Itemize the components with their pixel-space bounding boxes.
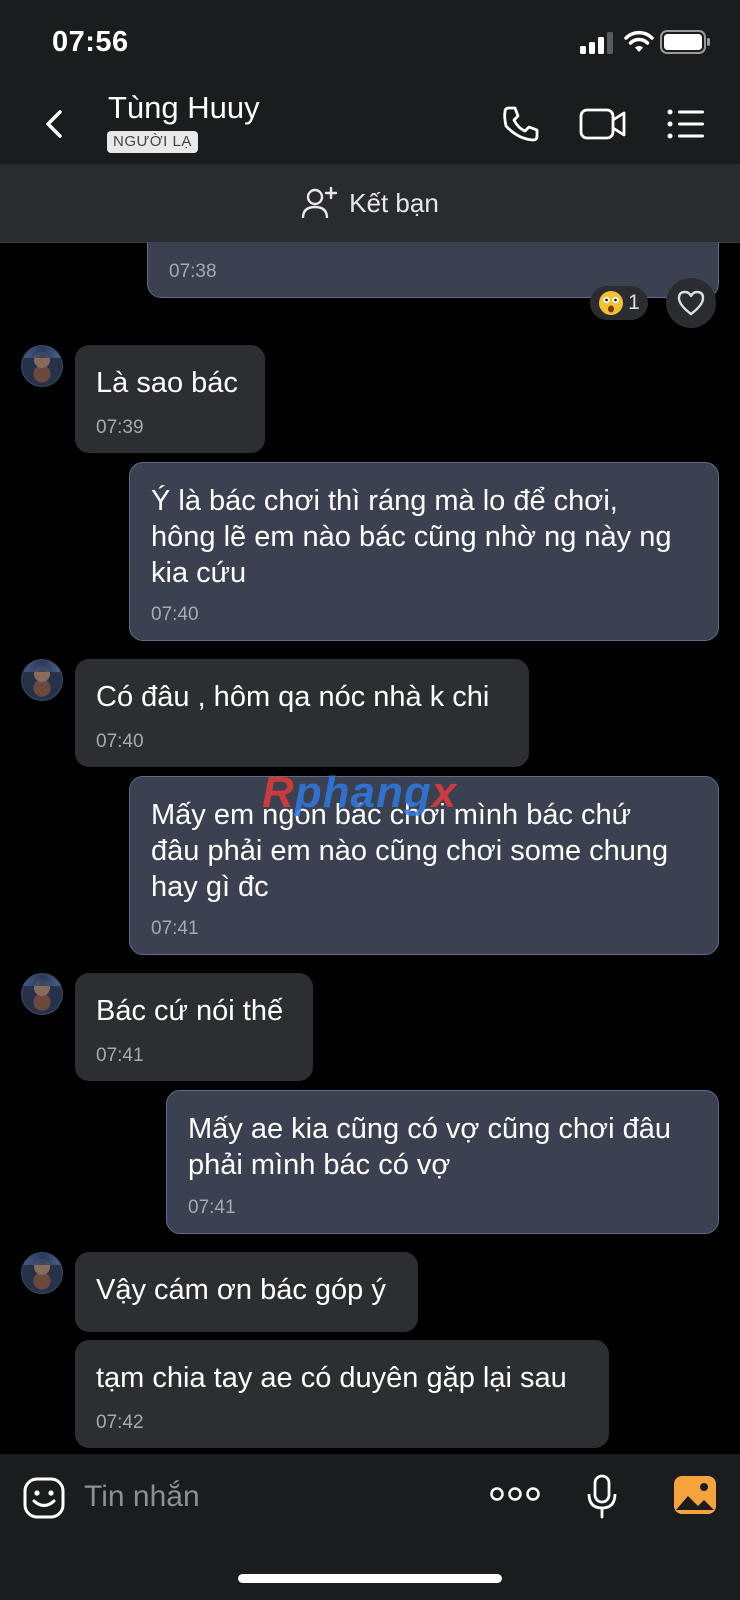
add-friend-icon <box>301 186 338 219</box>
message-time: 07:39 <box>96 417 144 438</box>
message-text: Mấy ae kia cũng có vợ cũng chơi đâu phải… <box>188 1113 671 1181</box>
message-bubble-outgoing[interactable]: Ý là bác chơi thì ráng mà lo để chơi, hô… <box>129 462 719 641</box>
more-icon[interactable] <box>490 1484 540 1504</box>
message-text: Ý là bác chơi thì ráng mà lo để chơi, hô… <box>151 485 672 589</box>
message-text: Là sao bác <box>96 367 238 399</box>
image-icon[interactable] <box>672 1474 718 1516</box>
reaction-badge[interactable]: 1 <box>590 286 648 320</box>
message-time: 07:40 <box>151 604 199 625</box>
phone-icon[interactable] <box>500 104 540 144</box>
composer-bar: Tin nhắn <box>0 1454 740 1600</box>
cellular-signal-icon <box>580 32 613 54</box>
status-time: 07:56 <box>52 26 129 58</box>
heart-reaction-button[interactable] <box>666 278 716 328</box>
message-time: 07:42 <box>96 1412 144 1433</box>
status-bar: 07:56 <box>0 0 740 82</box>
watermark: Rphangx <box>262 768 458 817</box>
message-bubble-incoming[interactable]: Có đâu , hôm qa nóc nhà k chi 07:40 <box>75 659 529 767</box>
microphone-icon[interactable] <box>586 1474 618 1520</box>
sticker-icon[interactable] <box>22 1476 66 1520</box>
stranger-badge: NGƯỜI LẠ <box>107 131 198 153</box>
wifi-icon <box>624 30 654 52</box>
message-time: 07:41 <box>151 918 199 939</box>
message-text: Vậy cám ơn bác góp ý <box>96 1274 386 1306</box>
message-bubble-incoming[interactable]: tạm chia tay ae có duyên gặp lại sau 07:… <box>75 1340 609 1448</box>
video-call-icon[interactable] <box>579 106 627 142</box>
message-text: tạm chia tay ae có duyên gặp lại sau <box>96 1362 567 1394</box>
avatar[interactable] <box>21 973 63 1015</box>
message-bubble-incoming[interactable]: Vậy cám ơn bác góp ý <box>75 1252 418 1332</box>
add-friend-button[interactable]: Kết bạn <box>0 164 740 242</box>
heart-icon <box>677 290 705 316</box>
battery-icon <box>660 30 710 54</box>
shocked-emoji-icon <box>599 291 624 315</box>
message-text: Bác cứ nói thế <box>96 995 284 1027</box>
add-friend-bar[interactable]: Kết bạn <box>0 164 740 243</box>
chat-header: Tùng Huuy NGƯỜI LẠ <box>0 82 740 164</box>
avatar[interactable] <box>21 1252 63 1294</box>
message-time: 07:41 <box>96 1045 144 1066</box>
avatar[interactable] <box>21 345 63 387</box>
message-input[interactable]: Tin nhắn <box>84 1480 200 1514</box>
message-time: 07:40 <box>96 731 144 752</box>
message-time: 07:41 <box>188 1197 236 1218</box>
message-text: Có đâu , hôm qa nóc nhà k chi <box>96 681 490 713</box>
home-indicator <box>238 1574 502 1583</box>
add-friend-label: Kết bạn <box>349 187 439 218</box>
contact-name[interactable]: Tùng Huuy <box>108 90 260 126</box>
message-bubble-incoming[interactable]: Bác cứ nói thế 07:41 <box>75 973 313 1081</box>
reaction-count: 1 <box>628 291 640 314</box>
message-bubble-outgoing[interactable]: Mấy ae kia cũng có vợ cũng chơi đâu phải… <box>166 1090 719 1234</box>
list-menu-icon[interactable] <box>666 108 706 140</box>
message-bubble-incoming[interactable]: Là sao bác 07:39 <box>75 345 265 453</box>
back-arrow-icon[interactable] <box>36 104 76 144</box>
avatar[interactable] <box>21 659 63 701</box>
message-time: 07:38 <box>169 261 217 282</box>
